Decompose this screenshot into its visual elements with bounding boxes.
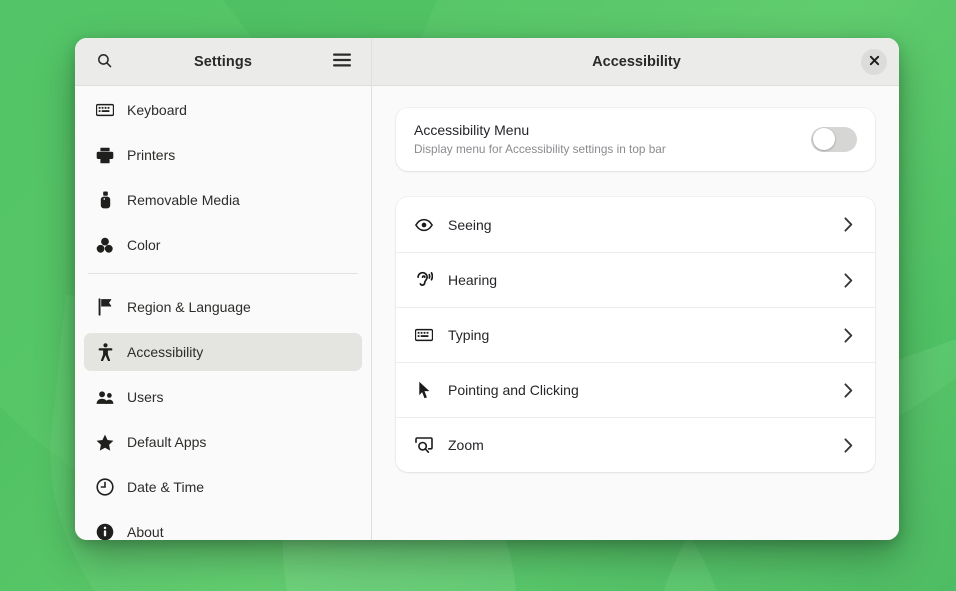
keyboard-icon [415,326,433,344]
accessibility-menu-text: Accessibility Menu Display menu for Acce… [414,122,811,156]
sidebar-item-label: Accessibility [127,344,203,360]
close-button[interactable] [861,49,887,75]
accessibility-menu-card: Accessibility Menu Display menu for Acce… [396,108,875,171]
keyboard-icon [96,101,114,119]
nav-row-hearing[interactable]: Hearing [396,252,875,307]
sidebar-item-color[interactable]: Color [84,226,362,264]
toggle-knob [813,128,835,150]
hamburger-menu-icon [333,53,351,70]
sidebar-item-label: Region & Language [127,299,251,315]
eye-icon [415,216,433,234]
sidebar-item-region-and-language[interactable]: Region & Language [84,288,362,326]
chevron-right-icon [844,383,856,398]
color-circles-icon [96,236,114,254]
sidebar-item-removable-media[interactable]: Removable Media [84,181,362,219]
nav-row-zoom[interactable]: Zoom [396,417,875,472]
search-icon [96,52,113,72]
sidebar-item-list[interactable]: Keyboard Printers [75,86,371,540]
desktop-background: Settings [0,0,956,591]
nav-row-label: Typing [448,327,829,343]
star-icon [96,433,114,451]
cursor-arrow-icon [415,381,433,399]
nav-row-label: Zoom [448,437,829,453]
nav-row-label: Seeing [448,217,829,233]
chevron-right-icon [844,438,856,453]
usb-drive-icon [96,191,114,209]
sidebar-item-date-and-time[interactable]: Date & Time [84,468,362,506]
main-content: Accessibility Menu Display menu for Acce… [372,86,899,540]
sidebar-group-separator [88,273,358,274]
sidebar-item-printers[interactable]: Printers [84,136,362,174]
accessibility-menu-title: Accessibility Menu [414,122,811,138]
nav-row-label: Pointing and Clicking [448,382,829,398]
nav-row-typing[interactable]: Typing [396,307,875,362]
accessibility-person-icon [96,343,114,361]
printer-icon [96,146,114,164]
sidebar-item-label: Removable Media [127,192,240,208]
sidebar-item-accessibility[interactable]: Accessibility [84,333,362,371]
settings-window: Settings [75,38,899,540]
chevron-right-icon [844,328,856,343]
sidebar-item-label: Date & Time [127,479,204,495]
sidebar-title: Settings [119,54,327,70]
sidebar-item-label: Keyboard [127,102,187,118]
sidebar-item-label: Printers [127,147,175,163]
sidebar: Settings [75,38,372,540]
magnifier-screen-icon [415,436,433,454]
users-icon [96,388,114,406]
nav-row-seeing[interactable]: Seeing [396,197,875,252]
sidebar-item-keyboard[interactable]: Keyboard [84,91,362,129]
nav-row-label: Hearing [448,272,829,288]
accessibility-sections-list: Seeing [396,197,875,472]
main-panel: Accessibility Accessibility Menu Di [372,38,899,540]
nav-row-pointing-and-clicking[interactable]: Pointing and Clicking [396,362,875,417]
page-title: Accessibility [390,54,861,70]
accessibility-menu-subtitle: Display menu for Accessibility settings … [414,142,811,156]
sidebar-item-label: Users [127,389,164,405]
flag-icon [96,298,114,316]
close-icon [869,54,880,69]
search-button[interactable] [89,47,119,77]
clock-icon [96,478,114,496]
sidebar-item-users[interactable]: Users [84,378,362,416]
info-icon [96,523,114,540]
chevron-right-icon [844,217,856,232]
sidebar-item-label: Default Apps [127,434,206,450]
sidebar-item-label: About [127,524,164,540]
main-header-bar: Accessibility [372,38,899,86]
accessibility-menu-toggle[interactable] [811,127,857,152]
sidebar-item-about[interactable]: About [84,513,362,540]
main-menu-button[interactable] [327,47,357,77]
sidebar-header-bar: Settings [75,38,371,86]
sidebar-item-label: Color [127,237,160,253]
sidebar-item-default-apps[interactable]: Default Apps [84,423,362,461]
chevron-right-icon [844,273,856,288]
ear-icon [415,271,433,289]
